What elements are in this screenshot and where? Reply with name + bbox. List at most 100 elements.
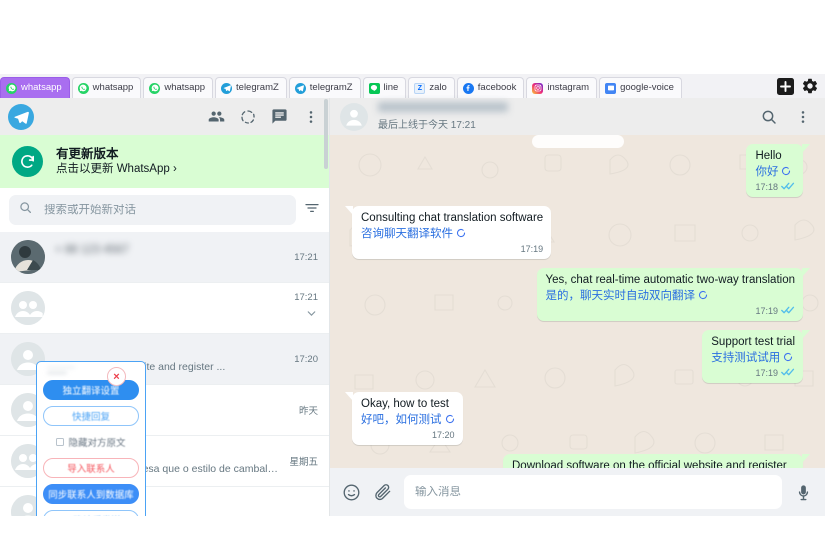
message-translated-text: 好吧，如何测试 [361, 413, 455, 428]
message-bubble[interactable]: Download software on the official websit… [503, 454, 803, 468]
message-bubble[interactable]: Hello你好17:18 [746, 144, 803, 197]
telegram-icon [295, 83, 306, 94]
bubble-tail [345, 392, 353, 401]
translated-text-value: 支持测试试用 [711, 351, 780, 366]
translation-settings-panel: × 独立翻译设置快捷回复隐藏对方原文导入联系人同步联系人到数据库确认后发送 [36, 361, 146, 516]
tab-google-voice-9[interactable]: google-voice [599, 77, 682, 98]
update-banner[interactable]: 有更新版本 点击以更新 WhatsApp › [0, 135, 329, 188]
tab-whatsapp-0[interactable]: whatsapp [0, 77, 70, 98]
message-list: Hello你好17:18 Consulting chat translation … [330, 135, 825, 468]
message-bubble[interactable]: Yes, chat real-time automatic two-way tr… [537, 268, 804, 321]
emoji-icon[interactable] [342, 483, 361, 502]
translate-refresh-icon[interactable] [698, 290, 708, 303]
message-bubble[interactable]: Okay, how to test好吧，如何测试17:20 [352, 392, 463, 445]
microphone-icon[interactable] [794, 483, 813, 502]
tab-instagram-8[interactable]: instagram [526, 77, 597, 98]
contact-name [378, 102, 508, 112]
message-translated-text: 咨询聊天翻译软件 [361, 227, 543, 242]
line-icon [369, 83, 380, 94]
profile-avatar[interactable] [8, 104, 34, 130]
bubble-tail [345, 206, 353, 215]
add-tab-button[interactable] [777, 78, 794, 95]
update-banner-title: 有更新版本 [56, 147, 177, 162]
bubble-tail [802, 268, 810, 277]
panel-button-0[interactable]: 独立翻译设置 [43, 380, 139, 400]
chat-item-meta: 17:21 [294, 252, 318, 263]
chat-header-info: 最后上线于今天 17:21 [378, 102, 751, 131]
message-translated-text: 是的，聊天实时自动双向翻译 [546, 289, 796, 304]
panel-button-label: 同步联系人到数据库 [48, 487, 134, 501]
tab-whatsapp-2[interactable]: whatsapp [143, 77, 213, 98]
contact-status: 最后上线于今天 17:21 [378, 116, 751, 131]
translate-refresh-icon[interactable] [783, 352, 793, 365]
checkbox-icon[interactable] [56, 438, 64, 446]
tab-telegramZ-4[interactable]: telegramZ [289, 77, 361, 98]
chat-sidebar: 有更新版本 点击以更新 WhatsApp › + 88 123 4567 17:… [0, 98, 330, 516]
message-translated-text: 你好 [755, 165, 795, 180]
search-icon[interactable] [761, 109, 777, 125]
translated-text-value: 咨询聊天翻译软件 [361, 227, 453, 242]
sidebar-scrollbar[interactable] [324, 99, 328, 169]
tab-label: facebook [478, 83, 517, 93]
chat-item-time: 17:20 [294, 354, 318, 365]
menu-icon[interactable] [795, 109, 811, 125]
translated-text-value: 好吧，如何测试 [361, 413, 442, 428]
chat-item-preview [55, 259, 284, 271]
message-original-text: Yes, chat real-time automatic two-way tr… [546, 273, 796, 288]
panel-button-label: 确认后发送 [73, 513, 121, 516]
message-original-text: Download software on the official websit… [512, 459, 795, 468]
app-window: whatsappwhatsappwhatsapptelegramZtelegra… [0, 0, 825, 544]
read-receipt-icon [781, 367, 795, 380]
search-box[interactable] [9, 195, 296, 225]
attachment-icon[interactable] [373, 483, 392, 502]
new-chat-icon[interactable] [271, 108, 288, 125]
chevron-down-icon[interactable] [305, 307, 318, 325]
community-icon[interactable] [208, 108, 225, 125]
chat-item-body: + 88 123 4567 [55, 244, 284, 271]
message-time: 17:19 [755, 366, 778, 381]
search-input[interactable] [44, 204, 286, 216]
contact-avatar[interactable] [340, 103, 368, 131]
tab-facebook-7[interactable]: facebook [457, 77, 525, 98]
tab-label: whatsapp [93, 83, 134, 93]
panel-button-3[interactable]: 导入联系人 [43, 458, 139, 478]
tab-whatsapp-1[interactable]: whatsapp [72, 77, 142, 98]
message-bubble[interactable]: Consulting chat translation software咨询聊天… [352, 206, 551, 259]
message-meta: 17:19 [546, 305, 796, 317]
panel-ghost-line [47, 367, 75, 368]
tab-label: zalo [429, 83, 446, 93]
panel-button-1[interactable]: 快捷回复 [43, 406, 139, 426]
chat-list-item[interactable]: 17:21 [0, 283, 329, 334]
settings-gear-button[interactable] [801, 77, 819, 95]
tab-telegramZ-3[interactable]: telegramZ [215, 77, 287, 98]
chat-item-time: 17:21 [294, 292, 318, 303]
message-meta: 17:20 [361, 429, 455, 441]
panel-button-4[interactable]: 同步联系人到数据库 [43, 484, 139, 504]
chat-list-item[interactable]: + 88 123 4567 17:21 [0, 232, 329, 283]
chat-item-name: + 88 123 4567 [55, 244, 284, 256]
tab-line-5[interactable]: line [363, 77, 407, 98]
whatsapp-icon [149, 83, 160, 94]
instagram-icon [532, 83, 543, 94]
message-input[interactable] [415, 486, 771, 498]
translate-refresh-icon[interactable] [445, 414, 455, 427]
translate-refresh-icon[interactable] [781, 166, 791, 179]
chat-item-body [55, 295, 284, 322]
search-row [0, 188, 329, 232]
panel-button-label: 独立翻译设置 [62, 383, 119, 397]
message-row: Consulting chat translation software咨询聊天… [352, 206, 803, 259]
message-meta: 17:18 [755, 181, 795, 193]
status-icon[interactable] [240, 109, 256, 125]
search-icon [19, 201, 32, 219]
message-input-box[interactable] [404, 475, 782, 509]
filter-icon[interactable] [304, 200, 320, 221]
menu-icon[interactable] [303, 109, 319, 125]
translate-refresh-icon[interactable] [456, 228, 466, 241]
panel-button-5[interactable]: 确认后发送 [43, 510, 139, 516]
message-row: Hello你好17:18 [352, 144, 803, 197]
tab-zalo-6[interactable]: Zzalo [408, 77, 454, 98]
panel-button-2[interactable]: 隐藏对方原文 [43, 432, 139, 452]
telegram-icon [221, 83, 232, 94]
tab-label: whatsapp [21, 83, 62, 93]
message-bubble[interactable]: Support test trial支持测试试用17:19 [702, 330, 803, 383]
